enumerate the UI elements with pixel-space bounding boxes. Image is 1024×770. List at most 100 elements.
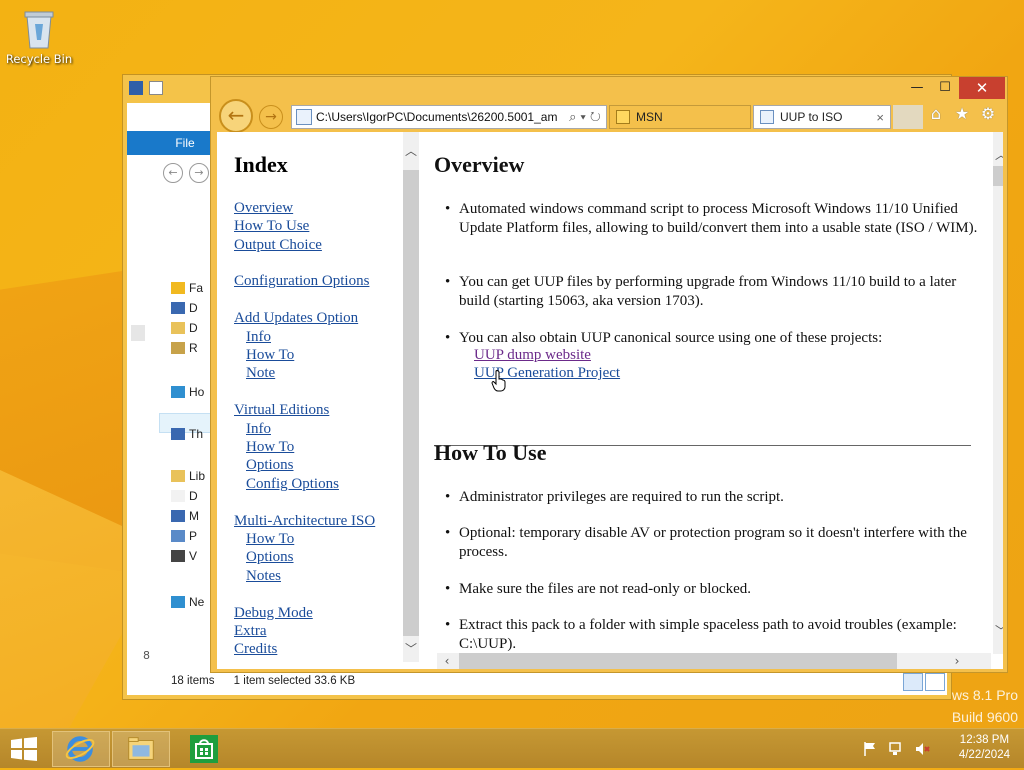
tree-item[interactable]: D xyxy=(171,299,198,317)
tree-item[interactable]: P xyxy=(171,527,197,545)
tab-msn[interactable]: MSN xyxy=(609,105,751,129)
tab-label: MSN xyxy=(636,110,663,124)
clock[interactable]: 12:38 PM 4/22/2024 xyxy=(959,733,1010,763)
taskbar-file-explorer[interactable] xyxy=(112,731,170,767)
tree-item[interactable]: Ho xyxy=(171,383,204,401)
index-link[interactable]: How To xyxy=(246,531,294,548)
tree-item[interactable]: Lib xyxy=(171,467,205,485)
star-icon xyxy=(171,282,185,294)
scroll-thumb[interactable] xyxy=(993,166,1003,186)
details-view-button[interactable] xyxy=(903,673,923,691)
index-link[interactable]: Options xyxy=(246,457,294,474)
forward-button[interactable]: → xyxy=(259,105,283,129)
tab-uup-to-iso[interactable]: UUP to ISO × xyxy=(753,105,891,129)
tree-item[interactable]: Th xyxy=(171,425,203,443)
homegroup-icon xyxy=(171,386,185,398)
chevron-right-icon[interactable]: › xyxy=(949,654,965,668)
start-button[interactable] xyxy=(10,737,38,761)
maximize-button[interactable]: ☐ xyxy=(931,77,959,99)
new-tab-button[interactable] xyxy=(893,105,923,129)
flag-icon[interactable] xyxy=(862,741,878,757)
index-link[interactable]: Config Options xyxy=(246,476,339,493)
index-link[interactable]: How To xyxy=(246,347,294,364)
index-link[interactable]: Configuration Options xyxy=(234,273,369,290)
scroll-thumb[interactable] xyxy=(459,653,897,669)
index-link[interactable]: Debug Mode xyxy=(234,605,313,622)
tree-item[interactable]: V xyxy=(171,547,197,565)
folder-icon xyxy=(128,737,154,760)
dropdown-icon[interactable]: ▾ xyxy=(580,109,589,124)
chevron-up-icon[interactable]: ︿ xyxy=(403,142,419,159)
explorer-scrollbar[interactable] xyxy=(131,325,145,341)
horizontal-scrollbar[interactable]: ‹ › xyxy=(437,653,991,669)
chevron-up-icon[interactable]: ︿ xyxy=(993,146,1003,163)
network-icon[interactable] xyxy=(888,741,904,757)
tree-item[interactable]: D xyxy=(171,319,198,337)
tree-item[interactable]: Fa xyxy=(171,279,203,297)
search-icon[interactable]: ⌕ xyxy=(569,109,580,124)
windows-watermark: ows 8.1 Pro Build 9600 xyxy=(944,684,1018,728)
internet-explorer-window[interactable]: — ☐ ✕ ← → C:\Users\IgorPC\Documents\2620… xyxy=(210,76,1008,673)
chevron-down-icon[interactable]: ﹀ xyxy=(403,640,419,657)
properties-icon[interactable] xyxy=(149,81,163,95)
index-link[interactable]: Options xyxy=(246,549,294,566)
uup-dump-link[interactable]: UUP dump website xyxy=(474,347,591,364)
watermark-edition: ows 8.1 Pro xyxy=(944,687,1018,703)
index-link[interactable]: Add Updates Option xyxy=(234,310,358,327)
close-tab-icon[interactable]: × xyxy=(876,110,884,125)
index-link[interactable]: Multi-Architecture ISO xyxy=(234,513,375,530)
index-link[interactable]: Info xyxy=(246,421,271,438)
tree-item-label: Ne xyxy=(189,595,205,609)
index-link[interactable]: Credits xyxy=(234,641,277,658)
volume-muted-icon[interactable] xyxy=(914,741,930,757)
index-link[interactable]: Output Choice xyxy=(234,237,322,254)
tree-item[interactable]: M xyxy=(171,507,199,525)
chevron-down-icon[interactable]: ﹀ xyxy=(993,622,1003,639)
search-refresh-icons[interactable]: ⌕▾↻ xyxy=(568,109,606,125)
index-link[interactable]: Notes xyxy=(246,568,281,585)
tab-label: UUP to ISO xyxy=(780,110,843,124)
index-link[interactable]: Overview xyxy=(234,200,293,217)
file-tab[interactable]: File xyxy=(157,131,213,155)
tree-item-label: D xyxy=(189,301,198,315)
address-bar[interactable]: C:\Users\IgorPC\Documents\26200.5001_am … xyxy=(291,105,607,129)
tree-item[interactable]: D xyxy=(171,487,198,505)
forward-button[interactable]: → xyxy=(189,163,209,183)
recycle-bin-label: Recycle Bin xyxy=(5,52,73,66)
index-link[interactable]: Extra xyxy=(234,623,266,640)
network-icon xyxy=(171,596,185,608)
overview-item: You can get UUP files by performing upgr… xyxy=(445,273,979,310)
scroll-thumb[interactable] xyxy=(403,170,419,636)
main-scrollbar[interactable]: ︿ ﹀ xyxy=(993,132,1003,654)
howto-item: Optional: temporary disable AV or protec… xyxy=(445,524,979,561)
index-link[interactable]: How To xyxy=(246,439,294,456)
back-button[interactable]: ← xyxy=(219,99,253,133)
back-button[interactable]: ← xyxy=(163,163,183,183)
tree-item[interactable]: Ne xyxy=(171,593,204,611)
index-link[interactable]: How To Use xyxy=(234,218,309,235)
favorites-star-icon[interactable]: ★ xyxy=(953,105,971,123)
app-icon xyxy=(129,81,143,95)
overview-heading: Overview xyxy=(434,152,525,177)
address-input[interactable]: C:\Users\IgorPC\Documents\26200.5001_am xyxy=(316,110,568,124)
index-link[interactable]: Virtual Editions xyxy=(234,402,329,419)
tree-item[interactable]: R xyxy=(171,339,198,357)
close-button[interactable]: ✕ xyxy=(959,77,1005,99)
index-link[interactable]: Info xyxy=(246,329,271,346)
index-scrollbar[interactable]: ︿ ﹀ xyxy=(403,132,419,662)
minimize-button[interactable]: — xyxy=(903,77,931,99)
pictures-icon xyxy=(171,530,185,542)
index-link[interactable]: Note xyxy=(246,365,275,382)
taskbar-internet-explorer[interactable] xyxy=(52,731,110,767)
hand-cursor-icon xyxy=(491,370,506,392)
tools-gear-icon[interactable]: ⚙ xyxy=(979,105,997,123)
caption-buttons: — ☐ ✕ xyxy=(903,77,1005,99)
recycle-bin-shortcut[interactable]: Recycle Bin xyxy=(4,6,74,66)
overview-item: You can also obtain UUP canonical source… xyxy=(445,329,979,348)
store-icon[interactable] xyxy=(190,735,218,763)
tree-item-label: Lib xyxy=(189,469,206,483)
refresh-icon[interactable]: ↻ xyxy=(590,109,605,124)
large-icons-view-button[interactable] xyxy=(925,673,945,691)
home-icon[interactable]: ⌂ xyxy=(927,105,945,123)
chevron-left-icon[interactable]: ‹ xyxy=(439,654,455,668)
